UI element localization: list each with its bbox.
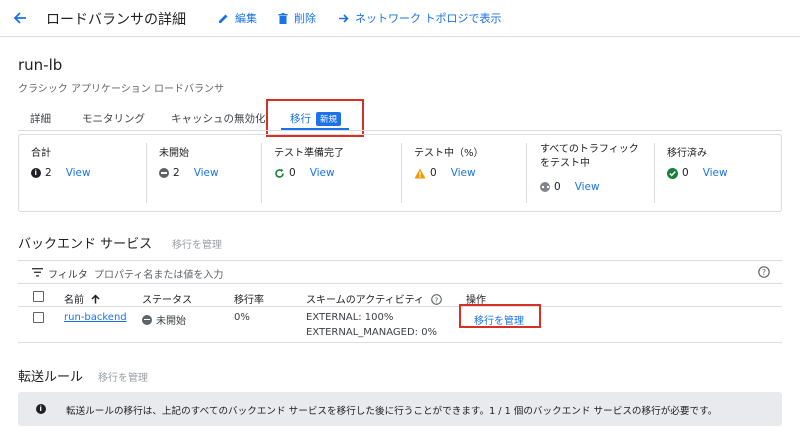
svg-text:?: ? [435,295,439,304]
forwarding-section-title: 転送ルール [18,370,84,385]
backend-name-link[interactable]: run-backend [64,312,127,323]
row-status: 未開始 [142,312,186,327]
filter-input[interactable]: プロパティ名または値を入力 [94,266,223,281]
sort-arrow-up-icon [91,294,100,304]
column-name-label: 名前 [64,295,84,306]
edit-button[interactable]: 編集 [218,10,257,26]
summary-separator [261,143,262,203]
summary-total-count: 2 [45,167,52,179]
summary-not-started: 2 View [159,167,219,179]
summary-testing-view-link[interactable]: View [451,167,476,179]
row-checkbox[interactable] [33,312,44,323]
summary-total: i 2 View [31,167,91,179]
check-circle-icon [667,167,678,179]
row-scheme-line1: EXTERNAL: 100% [306,312,394,323]
tab-details[interactable]: 詳細 [30,111,51,126]
tab-migration-label: 移行 [290,113,311,125]
info-icon: i [31,168,41,178]
summary-all-traffic-label-line2: をテスト中 [540,158,590,169]
new-badge: 新規 [316,112,342,126]
summary-ready-view-link[interactable]: View [310,167,335,179]
arrow-right-icon [339,13,349,23]
summary-migrated-label: 移行済み [667,148,707,159]
warning-icon [414,168,426,178]
summary-all-traffic-view-link[interactable]: View [575,181,600,193]
column-rate: 移行率 [234,295,264,306]
summary-ready-count: 0 [289,167,296,179]
lb-type: クラシック アプリケーション ロードバランサ [18,84,224,95]
column-name[interactable]: 名前 [64,291,100,306]
summary-not-started-count: 2 [173,167,180,179]
summary-migrated: 0 View [667,167,728,179]
refresh-icon [275,168,284,178]
info-banner: i 転送ルールの移行は、上記のすべてのバックエンド サービスを移行した後に行うこ… [18,392,782,426]
tab-cache-invalidation[interactable]: キャッシュの無効化 [171,111,266,126]
summary-separator [654,143,655,203]
forwarding-manage-link[interactable]: 移行を管理 [98,369,148,384]
column-scheme-label: スキームのアクティビティ [306,295,424,306]
summary-separator [146,143,147,203]
topology-label: ネットワーク トポロジで表示 [355,12,502,25]
backend-section-title: バックエンド サービス [18,237,153,252]
migration-summary-card: 合計 i 2 View 未開始 2 View テスト準備完了 0 View テス… [18,134,782,212]
summary-migrated-count: 0 [682,167,689,179]
more-circle-icon [540,182,550,192]
table-row: run-backend 未開始 0% EXTERNAL: 100% EXTERN… [18,304,782,343]
summary-all-traffic-label-line1: すべてのトラフィック [540,144,639,155]
edit-label: 編集 [235,12,257,25]
backend-manage-link[interactable]: 移行を管理 [172,236,222,251]
tabs-divider [18,130,782,131]
summary-testing: 0 View [414,167,476,179]
summary-all-traffic-label: すべてのトラフィック をテスト中 [540,143,639,171]
row-scheme-line2: EXTERNAL_MANAGED: 0% [306,327,438,338]
filter-icon[interactable] [32,268,43,277]
delete-button[interactable]: 削除 [278,10,316,26]
summary-not-started-label: 未開始 [159,148,189,159]
minus-circle-icon [142,314,152,325]
minus-circle-icon [159,168,169,178]
trash-icon [278,12,288,24]
tab-monitoring[interactable]: モニタリング [82,111,145,126]
tab-migration[interactable]: 移行 新規 [290,111,342,126]
select-all-checkbox[interactable] [33,291,44,302]
info-banner-text: 転送ルールの移行は、上記のすべてのバックエンド サービスを移行した後に行うことが… [66,406,718,417]
filter-label: フィルタ [48,270,88,281]
svg-text:?: ? [762,268,766,277]
header-divider [0,36,800,37]
active-tab-indicator [281,128,349,130]
summary-separator [526,143,527,203]
summary-all-traffic-count: 0 [554,181,561,193]
pencil-icon [219,14,228,23]
help-icon[interactable]: ? [758,266,770,278]
manage-migration-button[interactable]: 移行を管理 [474,312,524,327]
help-icon[interactable]: ? [431,294,443,305]
topology-button[interactable]: ネットワーク トポロジで表示 [338,10,502,26]
delete-label: 削除 [294,12,316,25]
column-status: ステータス [142,295,192,306]
summary-ready-label: テスト準備完了 [274,148,344,159]
summary-ready: 0 View [274,167,335,179]
summary-all-traffic: 0 View [540,181,600,193]
lb-name: run-lb [18,56,63,74]
summary-testing-label: テスト中（%） [414,148,484,159]
column-scheme: スキームのアクティビティ ? [306,291,443,306]
filter-bar: フィルタ プロパティ名または値を入力 ? [18,260,782,284]
summary-total-view-link[interactable]: View [66,167,91,179]
table-header: 名前 ステータス 移行率 スキームのアクティビティ ? 操作 [18,285,782,307]
summary-total-label: 合計 [31,148,51,159]
summary-migrated-view-link[interactable]: View [703,167,728,179]
info-icon: i [36,404,46,414]
row-rate: 0% [234,312,250,323]
page-title: ロードバランサの詳細 [46,12,186,28]
summary-testing-count: 0 [430,167,437,179]
summary-separator [401,143,402,203]
summary-not-started-view-link[interactable]: View [194,167,219,179]
back-arrow-icon[interactable] [10,9,30,27]
row-status-label: 未開始 [156,316,186,327]
